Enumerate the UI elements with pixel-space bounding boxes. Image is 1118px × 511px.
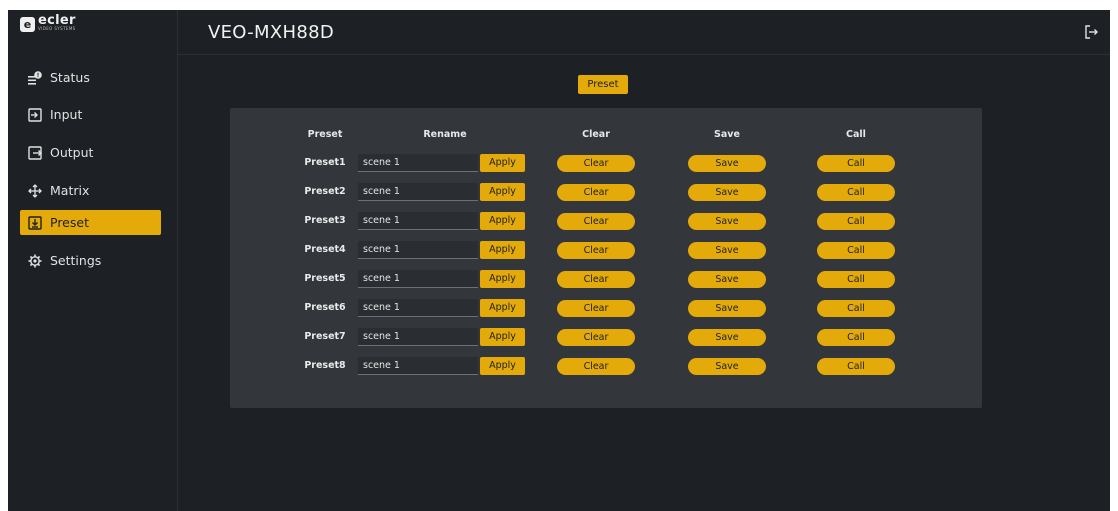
- clear-button[interactable]: Clear: [557, 242, 635, 259]
- save-button[interactable]: Save: [688, 358, 766, 375]
- call-button[interactable]: Call: [817, 271, 895, 288]
- preset-name-input[interactable]: [358, 183, 478, 201]
- call-button[interactable]: Call: [817, 358, 895, 375]
- preset-row-label: Preset6: [304, 302, 346, 313]
- clear-button[interactable]: Clear: [557, 184, 635, 201]
- clear-button[interactable]: Clear: [557, 358, 635, 375]
- column-header-rename: Rename: [423, 129, 467, 140]
- preset-name-input[interactable]: [358, 299, 478, 317]
- settings-icon: [28, 254, 42, 267]
- sidebar-item-label: Settings: [50, 253, 102, 268]
- apply-button[interactable]: Apply: [480, 299, 525, 317]
- call-button[interactable]: Call: [817, 155, 895, 172]
- ecler-logo: e ecler VIDEO SYSTEMS: [20, 14, 76, 34]
- sidebar: e ecler VIDEO SYSTEMS Status Input Outpu…: [8, 10, 178, 511]
- sidebar-item-label: Input: [50, 107, 83, 122]
- call-button[interactable]: Call: [817, 213, 895, 230]
- device-title: VEO-MXH88D: [208, 22, 335, 43]
- column-header-save: Save: [714, 129, 740, 140]
- preset-row-label: Preset5: [304, 273, 346, 284]
- apply-button[interactable]: Apply: [480, 212, 525, 230]
- apply-button[interactable]: Apply: [480, 357, 525, 375]
- save-button[interactable]: Save: [688, 242, 766, 259]
- sidebar-item-preset[interactable]: Preset: [20, 210, 161, 235]
- apply-button[interactable]: Apply: [480, 328, 525, 346]
- preset-name-input[interactable]: [358, 154, 478, 172]
- clear-button[interactable]: Clear: [557, 213, 635, 230]
- status-icon: [28, 70, 42, 85]
- call-button[interactable]: Call: [817, 300, 895, 317]
- save-button[interactable]: Save: [688, 300, 766, 317]
- call-button[interactable]: Call: [817, 242, 895, 259]
- preset-row-label: Preset3: [304, 215, 346, 226]
- tab-preset[interactable]: Preset: [578, 75, 628, 94]
- preset-panel: Preset Rename Clear Save Call Preset1 App…: [230, 108, 982, 408]
- call-button[interactable]: Call: [817, 184, 895, 201]
- sidebar-item-label: Preset: [50, 215, 89, 230]
- call-button[interactable]: Call: [817, 329, 895, 346]
- save-button[interactable]: Save: [688, 271, 766, 288]
- sidebar-item-settings[interactable]: Settings: [20, 248, 161, 273]
- preset-name-input[interactable]: [358, 270, 478, 288]
- clear-button[interactable]: Clear: [557, 271, 635, 288]
- input-icon: [28, 107, 42, 122]
- apply-button[interactable]: Apply: [480, 270, 525, 288]
- preset-row-label: Preset4: [304, 244, 346, 255]
- preset-row-label: Preset7: [304, 331, 346, 342]
- column-header-clear: Clear: [582, 129, 610, 140]
- save-button[interactable]: Save: [688, 184, 766, 201]
- app-window: e ecler VIDEO SYSTEMS Status Input Outpu…: [8, 10, 1110, 511]
- sidebar-item-label: Matrix: [50, 183, 90, 198]
- column-header-preset: Preset: [307, 129, 343, 140]
- save-button[interactable]: Save: [688, 329, 766, 346]
- preset-name-input[interactable]: [358, 212, 478, 230]
- logout-icon[interactable]: [1084, 25, 1098, 39]
- preset-name-input[interactable]: [358, 357, 478, 375]
- sidebar-item-label: Status: [50, 70, 90, 85]
- preset-row-label: Preset1: [304, 157, 346, 168]
- sidebar-item-matrix[interactable]: Matrix: [20, 178, 161, 203]
- matrix-icon: [28, 183, 42, 198]
- output-icon: [28, 145, 42, 160]
- save-button[interactable]: Save: [688, 155, 766, 172]
- sidebar-item-output[interactable]: Output: [20, 140, 161, 165]
- preset-row-label: Preset2: [304, 186, 346, 197]
- logo-mark: e: [20, 16, 35, 32]
- preset-name-input[interactable]: [358, 328, 478, 346]
- preset-row-label: Preset8: [304, 360, 346, 371]
- clear-button[interactable]: Clear: [557, 155, 635, 172]
- apply-button[interactable]: Apply: [480, 241, 525, 259]
- sidebar-item-input[interactable]: Input: [20, 102, 161, 127]
- save-button[interactable]: Save: [688, 213, 766, 230]
- logo-subtitle: VIDEO SYSTEMS: [38, 26, 76, 31]
- clear-button[interactable]: Clear: [557, 329, 635, 346]
- header-bar: VEO-MXH88D: [178, 10, 1110, 55]
- preset-name-input[interactable]: [358, 241, 478, 259]
- sidebar-item-status[interactable]: Status: [20, 65, 161, 90]
- column-header-call: Call: [846, 129, 866, 140]
- preset-icon: [28, 215, 42, 230]
- clear-button[interactable]: Clear: [557, 300, 635, 317]
- apply-button[interactable]: Apply: [480, 154, 525, 172]
- apply-button[interactable]: Apply: [480, 183, 525, 201]
- sidebar-item-label: Output: [50, 145, 94, 160]
